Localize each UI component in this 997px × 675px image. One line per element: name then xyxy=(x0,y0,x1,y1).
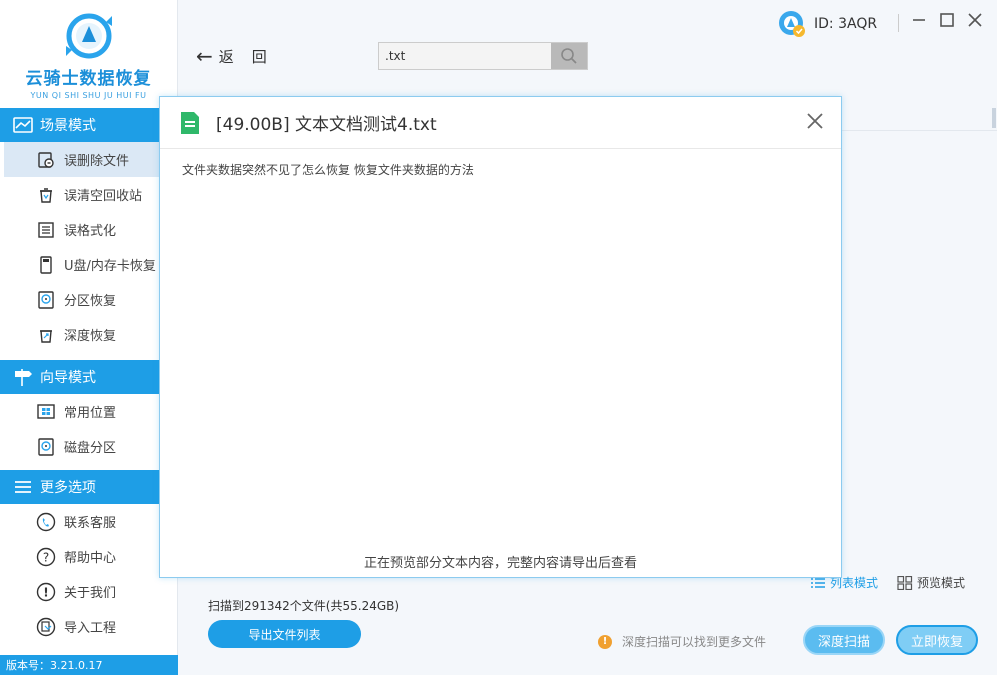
nav-item-disk-partition[interactable]: 磁盘分区 xyxy=(0,429,177,464)
svg-text:!: ! xyxy=(43,585,48,599)
divider xyxy=(842,130,997,131)
nav-item-import-project[interactable]: 导入工程 xyxy=(0,609,177,644)
search-box xyxy=(378,42,588,70)
format-icon xyxy=(36,220,56,240)
usb-icon xyxy=(36,255,56,275)
nav-item-partition[interactable]: 分区恢复 xyxy=(0,282,177,317)
back-button[interactable]: ← 返回 xyxy=(196,44,285,68)
minimize-icon xyxy=(913,19,925,21)
app-logo: 云骑士数据恢复 YUN QI SHI SHU JU HUI FU xyxy=(0,0,177,108)
deep-scan-button[interactable]: 深度扫描 xyxy=(803,625,885,655)
nav-label: 关于我们 xyxy=(64,586,117,601)
nav-item-deep-recover[interactable]: 深度恢复 xyxy=(0,317,177,352)
nav-label: U盘/内存卡恢复 xyxy=(64,259,156,274)
nav-label: 误删除文件 xyxy=(64,154,130,169)
avatar-icon xyxy=(779,11,805,37)
svg-text:?: ? xyxy=(43,550,49,564)
partition-icon xyxy=(36,290,56,310)
nav-label: 误格式化 xyxy=(64,224,117,239)
deep-recover-icon xyxy=(36,325,56,345)
deleted-file-icon xyxy=(36,150,56,170)
menu-icon xyxy=(12,478,34,496)
divider xyxy=(898,14,899,32)
recycle-bin-icon xyxy=(36,185,56,205)
close-icon xyxy=(968,13,982,27)
nav-label: 联系客服 xyxy=(64,516,117,531)
maximize-button[interactable] xyxy=(933,12,961,33)
phone-icon xyxy=(36,512,56,532)
nav-label: 磁盘分区 xyxy=(64,441,117,456)
nav-item-deleted-files[interactable]: 误删除文件 xyxy=(4,142,159,177)
nav-label: 常用位置 xyxy=(64,406,117,421)
search-icon xyxy=(561,48,577,64)
scan-info: 扫描到291342个文件(共55.24GB) xyxy=(208,599,400,613)
section-title: 向导模式 xyxy=(40,370,96,386)
user-id: ID: 3AQR xyxy=(814,16,878,32)
scene-icon xyxy=(12,116,34,134)
section-title: 更多选项 xyxy=(40,480,96,496)
preview-mode-label: 预览模式 xyxy=(917,576,966,590)
dialog-header: [49.00B] 文本文档测试4.txt xyxy=(160,97,841,149)
nav-label: 分区恢复 xyxy=(64,294,117,309)
scrollbar[interactable] xyxy=(992,108,996,128)
disk-icon xyxy=(36,437,56,457)
logo-subtitle: YUN QI SHI SHU JU HUI FU xyxy=(30,91,147,100)
nav-label: 导入工程 xyxy=(64,621,117,636)
dialog-content: 文件夹数据突然不见了怎么恢复 恢复文件夹数据的方法 xyxy=(182,163,474,177)
windows-icon xyxy=(36,402,56,422)
info-icon: ! xyxy=(36,582,56,602)
dialog-footer-note: 正在预览部分文本内容，完整内容请导出后查看 xyxy=(363,556,637,571)
nav-item-common-location[interactable]: 常用位置 xyxy=(0,394,177,429)
maximize-icon xyxy=(940,13,954,27)
window-controls xyxy=(905,12,989,33)
section-title: 场景模式 xyxy=(40,118,96,134)
guide-icon xyxy=(12,368,34,386)
user-info[interactable]: ID: 3AQR xyxy=(778,10,877,38)
file-preview-dialog: [49.00B] 文本文档测试4.txt 文件夹数据突然不见了怎么恢复 恢复文件… xyxy=(159,96,842,578)
help-icon: ? xyxy=(36,547,56,567)
hint-text: 深度扫描可以找到更多文件 xyxy=(622,635,767,649)
nav-label: 误清空回收站 xyxy=(64,189,143,204)
sidebar: 云骑士数据恢复 YUN QI SHI SHU JU HUI FU 场景模式 误删… xyxy=(0,0,178,675)
warning-icon: ! xyxy=(598,634,612,649)
nav-label: 深度恢复 xyxy=(64,329,117,344)
search-button[interactable] xyxy=(551,43,587,69)
section-scene-mode[interactable]: 场景模式 xyxy=(0,108,177,142)
nav-item-help-center[interactable]: ? 帮助中心 xyxy=(0,539,177,574)
deep-scan-hint: ! 深度扫描可以找到更多文件 xyxy=(598,633,766,650)
section-guide-mode[interactable]: 向导模式 xyxy=(0,360,177,394)
version-label: 版本号：3.21.0.17 xyxy=(0,655,178,675)
import-icon xyxy=(36,617,56,637)
dialog-close-icon[interactable] xyxy=(805,111,825,131)
minimize-button[interactable] xyxy=(905,12,933,33)
dialog-title: [49.00B] 文本文档测试4.txt xyxy=(216,115,437,135)
section-more-options[interactable]: 更多选项 xyxy=(0,470,177,504)
search-input[interactable] xyxy=(379,43,552,69)
recover-now-button[interactable]: 立即恢复 xyxy=(896,625,978,655)
nav-item-contact-support[interactable]: 联系客服 xyxy=(0,504,177,539)
logo-icon xyxy=(65,13,112,59)
logo-title: 云骑士数据恢复 xyxy=(25,69,152,89)
export-file-list-button[interactable]: 导出文件列表 xyxy=(208,620,361,648)
arrow-left-icon: ← xyxy=(196,44,213,68)
nav-item-recycle-bin[interactable]: 误清空回收站 xyxy=(0,177,177,212)
nav-item-usb[interactable]: U盘/内存卡恢复 xyxy=(0,247,177,282)
back-label: 返回 xyxy=(218,47,285,66)
grid-icon xyxy=(897,575,913,590)
text-file-icon xyxy=(181,111,199,134)
nav-item-about-us[interactable]: ! 关于我们 xyxy=(0,574,177,609)
preview-mode-toggle[interactable]: 预览模式 xyxy=(897,574,965,591)
nav-item-format[interactable]: 误格式化 xyxy=(0,212,177,247)
nav-label: 帮助中心 xyxy=(64,551,117,566)
close-button[interactable] xyxy=(961,12,989,33)
